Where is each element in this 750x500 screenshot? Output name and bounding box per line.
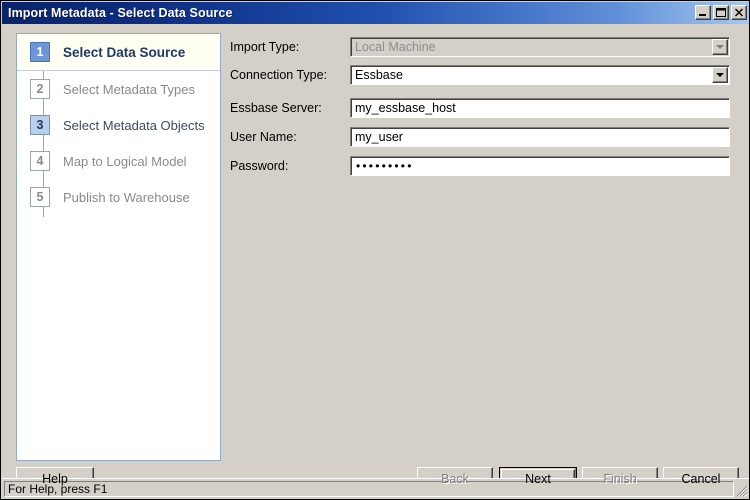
- sidebar-item-select-data-source[interactable]: 1 Select Data Source: [17, 34, 220, 71]
- help-button-label: Help: [42, 472, 68, 486]
- dialog-window: Import Metadata - Select Data Source 1 S…: [0, 0, 750, 500]
- import-type-label: Import Type:: [230, 40, 300, 54]
- status-bar: For Help, press F1: [2, 478, 749, 498]
- step-badge-3: 3: [30, 115, 50, 135]
- step-label-2: Select Metadata Types: [63, 81, 196, 97]
- connection-type-label: Connection Type:: [230, 68, 328, 82]
- step-label-4: Map to Logical Model: [63, 153, 187, 169]
- chevron-down-icon: [716, 45, 724, 49]
- title-bar[interactable]: Import Metadata - Select Data Source: [2, 2, 749, 24]
- import-type-value: Local Machine: [355, 40, 436, 54]
- next-button-label: Next: [525, 472, 551, 486]
- sidebar-item-select-metadata-objects[interactable]: 3 Select Metadata Objects: [17, 107, 220, 143]
- minimize-icon: [699, 14, 706, 16]
- wizard-steps-panel: 1 Select Data Source 2 Select Metadata T…: [16, 33, 221, 461]
- import-type-dropdown-button[interactable]: [712, 39, 728, 55]
- step-badge-1: 1: [30, 42, 50, 62]
- essbase-server-value: my_essbase_host: [355, 101, 456, 115]
- essbase-server-input[interactable]: my_essbase_host: [350, 98, 730, 118]
- field-row-essbase-server: Essbase Server: my_essbase_host: [230, 94, 735, 122]
- minimize-button[interactable]: [695, 5, 711, 20]
- resize-grip-icon[interactable]: [734, 483, 748, 497]
- connection-type-combobox[interactable]: Essbase: [350, 65, 730, 85]
- cancel-button-label: Cancel: [681, 472, 721, 486]
- field-row-connection-type: Connection Type: Essbase: [230, 61, 735, 89]
- data-source-form: Import Type: Local Machine Connection Ty…: [230, 33, 735, 180]
- window-controls: [695, 5, 747, 20]
- field-row-password: Password: •••••••••: [230, 152, 735, 180]
- maximize-icon: [716, 8, 726, 17]
- sidebar-item-publish-to-warehouse[interactable]: 5 Publish to Warehouse: [17, 179, 220, 215]
- step-badge-4: 4: [30, 151, 50, 171]
- step-label-1: Select Data Source: [63, 44, 186, 60]
- field-row-user-name: User Name: my_user: [230, 123, 735, 151]
- chevron-down-icon: [716, 73, 724, 77]
- dialog-client-area: 1 Select Data Source 2 Select Metadata T…: [2, 24, 749, 499]
- window-title: Import Metadata - Select Data Source: [8, 6, 233, 20]
- step-badge-2: 2: [30, 79, 50, 99]
- connection-type-dropdown-button[interactable]: [712, 67, 728, 83]
- password-value: •••••••••: [356, 159, 414, 173]
- close-button[interactable]: [731, 5, 747, 20]
- essbase-server-label: Essbase Server:: [230, 101, 322, 115]
- finish-button-label: Finish: [603, 472, 637, 486]
- step-label-3: Select Metadata Objects: [63, 117, 205, 133]
- sidebar-item-map-to-logical-model[interactable]: 4 Map to Logical Model: [17, 143, 220, 179]
- close-icon: [735, 8, 743, 17]
- password-label: Password:: [230, 159, 289, 173]
- step-label-5: Publish to Warehouse: [63, 189, 190, 205]
- field-row-import-type: Import Type: Local Machine: [230, 33, 735, 61]
- back-button-label: Back: [441, 472, 469, 486]
- sidebar-item-select-metadata-types[interactable]: 2 Select Metadata Types: [17, 71, 220, 107]
- user-name-value: my_user: [355, 130, 403, 144]
- user-name-input[interactable]: my_user: [350, 127, 730, 147]
- step-badge-5: 5: [30, 187, 50, 207]
- import-type-combobox[interactable]: Local Machine: [350, 37, 730, 57]
- user-name-label: User Name:: [230, 130, 297, 144]
- connection-type-value: Essbase: [355, 68, 403, 82]
- maximize-button[interactable]: [713, 5, 729, 20]
- password-input[interactable]: •••••••••: [350, 156, 730, 176]
